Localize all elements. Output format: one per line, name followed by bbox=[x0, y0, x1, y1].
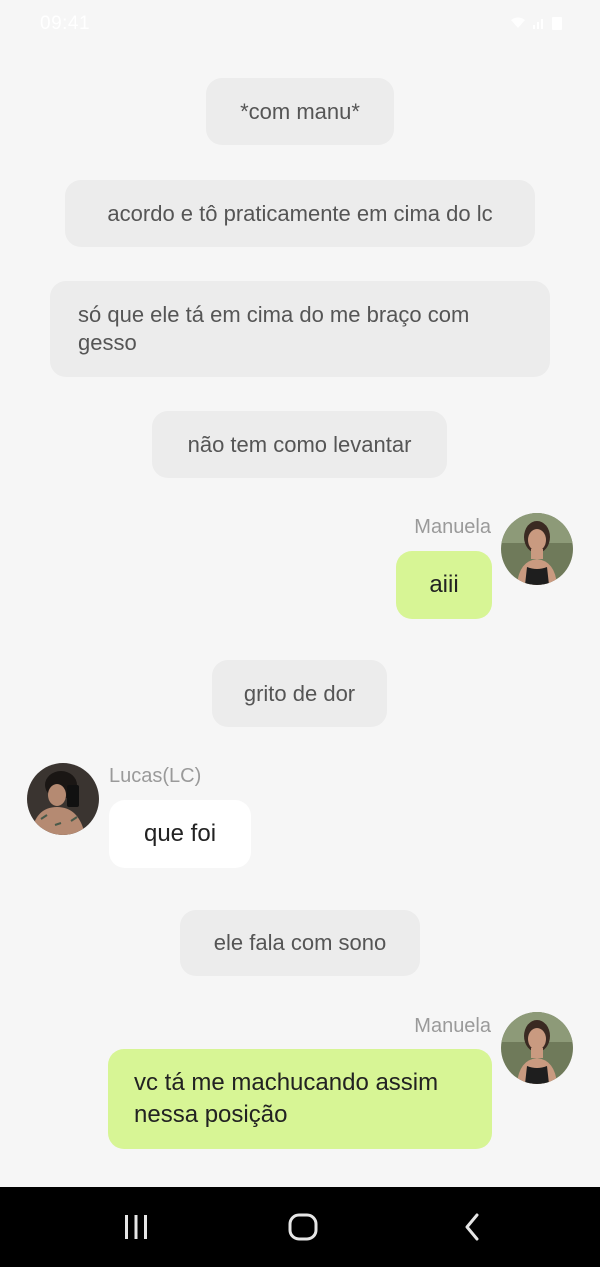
narration-pill: não tem como levantar bbox=[152, 411, 447, 478]
narration-pill: *com manu* bbox=[206, 78, 394, 145]
message-text: vc tá me machucando assim nessa posição bbox=[134, 1069, 439, 1128]
home-button[interactable] bbox=[283, 1209, 323, 1245]
message-text: que foi bbox=[143, 820, 217, 847]
recent-apps-button[interactable] bbox=[116, 1209, 156, 1245]
wifi-icon bbox=[510, 16, 526, 35]
received-bubble[interactable]: que foi bbox=[109, 800, 251, 868]
signal-icon bbox=[532, 16, 546, 35]
sent-bubble[interactable]: aiii bbox=[396, 551, 492, 619]
sender-name: Lucas(LC) bbox=[109, 765, 202, 787]
avatar-manuela[interactable] bbox=[501, 513, 573, 585]
sender-name: Manuela bbox=[414, 1015, 491, 1037]
home-icon bbox=[288, 1213, 318, 1241]
recent-apps-icon bbox=[125, 1215, 147, 1239]
narration-pill: acordo e tô praticamente em cima do lc bbox=[65, 180, 535, 247]
narration-pill: só que ele tá em cima do me braço com ge… bbox=[50, 281, 550, 377]
avatar-manuela[interactable] bbox=[501, 1012, 573, 1084]
status-icons bbox=[510, 16, 562, 35]
narration-text: acordo e tô praticamente em cima do lc bbox=[107, 200, 493, 226]
narration-pill: grito de dor bbox=[212, 660, 387, 727]
narration-text: não tem como levantar bbox=[187, 431, 412, 457]
narration-text: *com manu* bbox=[240, 98, 360, 124]
back-button[interactable] bbox=[452, 1209, 492, 1245]
sent-bubble[interactable]: vc tá me machucando assim nessa posição bbox=[108, 1049, 492, 1149]
status-bar: 09:41 bbox=[0, 0, 600, 48]
narration-text: ele fala com sono bbox=[213, 930, 387, 955]
chat-screen: 09:41 *com manu* acordo e tô praticament… bbox=[0, 0, 600, 1267]
avatar-lucas[interactable] bbox=[27, 763, 99, 835]
message-text: aiii bbox=[429, 571, 459, 598]
narration-text: só que ele tá em cima do me braço com ge… bbox=[78, 302, 470, 355]
battery-icon bbox=[552, 16, 562, 35]
narration-pill: ele fala com sono bbox=[180, 910, 420, 976]
navigation-bar bbox=[0, 1187, 600, 1267]
status-time: 09:41 bbox=[40, 13, 91, 34]
back-icon bbox=[465, 1213, 479, 1241]
sender-name: Manuela bbox=[414, 516, 491, 538]
narration-text: grito de dor bbox=[243, 680, 356, 706]
